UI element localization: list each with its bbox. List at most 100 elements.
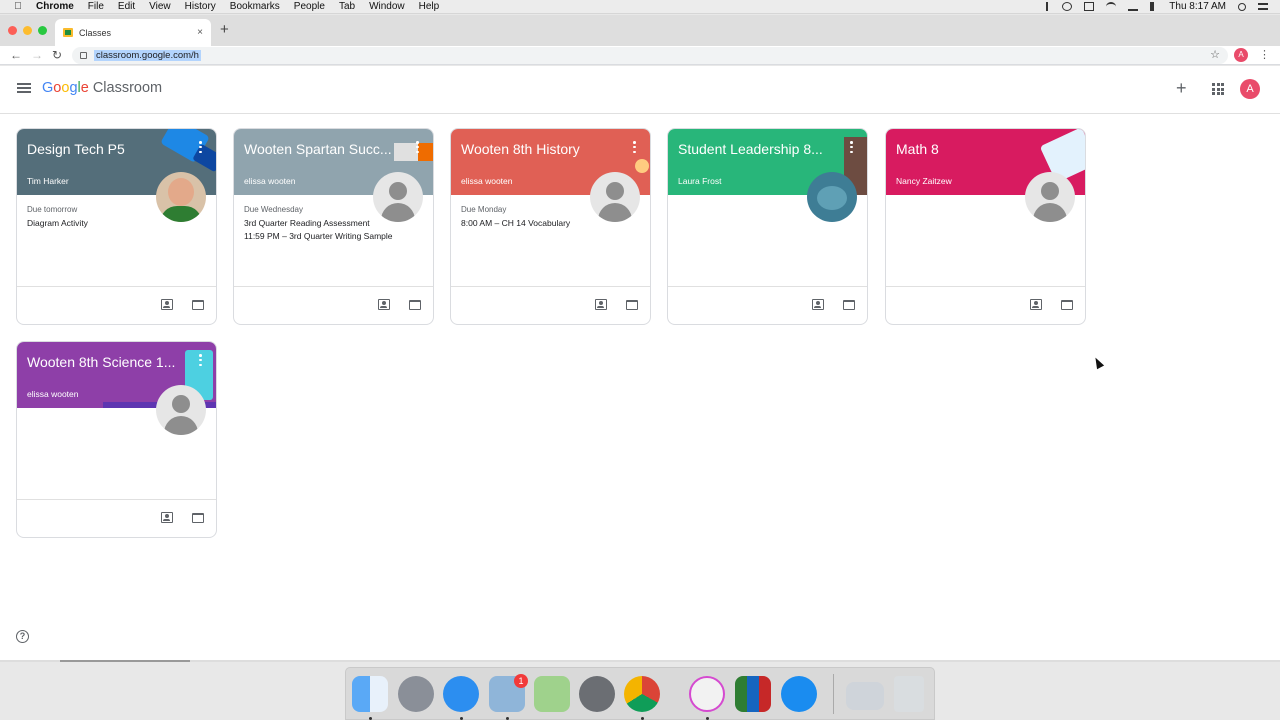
menu-file[interactable]: File [88,1,104,12]
teacher-name[interactable]: elissa wooten [244,176,296,186]
launchpad-icon[interactable] [398,676,434,712]
teacher-name[interactable]: Nancy Zaitzew [896,176,952,186]
new-tab-button[interactable]: + [220,21,229,38]
teacher-name[interactable]: Tim Harker [27,176,69,186]
menu-view[interactable]: View [149,1,171,12]
system-preferences-icon[interactable] [579,676,615,712]
menu-app-chrome[interactable]: Chrome [36,1,74,12]
google-classroom-logo[interactable]: Google Classroom [42,80,162,96]
teacher-avatar-placeholder [156,385,206,435]
tab-close-icon[interactable]: × [197,27,203,38]
class-card-student-leadership[interactable]: Student Leadership 8... Laura Frost [667,128,868,325]
folder-icon[interactable] [626,300,638,310]
student-work-icon[interactable] [1030,299,1042,310]
class-card-wooten-science[interactable]: Wooten 8th Science 1... elissa wooten [16,341,217,538]
class-title[interactable]: Wooten 8th Science 1... [27,354,192,370]
safari-icon[interactable] [443,676,479,712]
class-options-icon[interactable] [416,141,419,153]
teacher-name[interactable]: elissa wooten [27,389,79,399]
class-title[interactable]: Wooten 8th History [461,141,626,157]
menu-help[interactable]: Help [419,1,440,12]
clock[interactable]: Thu 8:17 AM [1169,1,1226,12]
teacher-name[interactable]: elissa wooten [461,176,513,186]
lock-icon[interactable] [80,52,87,59]
itunes-icon[interactable] [689,676,725,712]
maps-icon[interactable] [534,676,570,712]
back-arrow-icon[interactable]: ← [10,48,22,62]
trash-icon[interactable] [894,676,924,712]
folder-icon[interactable] [409,300,421,310]
teacher-photo-face [168,178,194,206]
teacher-photo-detail [817,186,847,210]
address-bar[interactable]: classroom.google.com/h ☆ [72,47,1228,64]
books-app-icon[interactable] [735,676,771,712]
logo-letter: G [42,80,54,96]
folder-icon[interactable] [1061,300,1073,310]
wifi-icon[interactable] [1106,2,1117,11]
apple-icon[interactable]:  [0,1,36,12]
folder-icon[interactable] [192,513,204,523]
google-apps-icon[interactable] [1212,83,1224,95]
menu-history[interactable]: History [185,1,216,12]
chrome-icon[interactable] [624,676,660,712]
assignment-link[interactable]: 8:00 AM – CH 14 Vocabulary [461,218,570,228]
menu-edit[interactable]: Edit [118,1,135,12]
airplay-icon[interactable] [1084,2,1095,11]
card-divider [234,286,433,287]
menu-window[interactable]: Window [369,1,405,12]
notification-center-icon[interactable] [1258,3,1268,10]
class-options-icon[interactable] [633,141,636,153]
eject-icon[interactable] [1128,2,1139,11]
bookmark-star-icon[interactable]: ☆ [1210,48,1220,61]
scrollbar-thumb[interactable] [60,660,190,662]
menu-tab[interactable]: Tab [339,1,355,12]
help-icon[interactable]: ? [16,630,29,643]
student-work-icon[interactable] [595,299,607,310]
class-title[interactable]: Student Leadership 8... [678,141,843,157]
finder-icon[interactable] [352,676,388,712]
menu-bookmarks[interactable]: Bookmarks [230,1,280,12]
assignment-link[interactable]: 11:59 PM – 3rd Quarter Writing Sample [244,231,393,241]
student-work-icon[interactable] [812,299,824,310]
class-title[interactable]: Math 8 [896,141,1061,157]
teacher-name[interactable]: Laura Frost [678,176,721,186]
chrome-menu-icon[interactable]: ⋮ [1259,48,1270,61]
url-text[interactable]: classroom.google.com/h [94,50,201,61]
classroom-page: Google Classroom + A Design Tech P5 Tim H… [0,66,1280,662]
student-work-icon[interactable] [161,299,173,310]
logo-letter: g [69,80,78,96]
volume-icon[interactable] [1150,2,1157,11]
folder-icon[interactable] [192,300,204,310]
student-work-icon[interactable] [378,299,390,310]
tab-classes[interactable]: Classes × [55,19,211,46]
forward-arrow-icon[interactable]: → [31,48,43,62]
assignment-link[interactable]: Diagram Activity [27,218,88,228]
app-store-icon[interactable] [781,676,817,712]
horizontal-scrollbar[interactable] [0,660,1280,662]
class-options-icon[interactable] [199,354,202,366]
menu-people[interactable]: People [294,1,325,12]
assignment-link[interactable]: 3rd Quarter Reading Assessment [244,218,370,228]
reload-icon[interactable]: ↻ [52,48,62,62]
microphone-icon[interactable] [1046,2,1050,11]
class-options-icon[interactable] [850,141,853,153]
class-card-wooten-spartan[interactable]: Wooten Spartan Succ... elissa wooten Due… [233,128,434,325]
folder-icon[interactable] [843,300,855,310]
account-avatar[interactable]: A [1240,79,1260,99]
class-title[interactable]: Design Tech P5 [27,141,192,157]
class-card-design-tech[interactable]: Design Tech P5 Tim Harker Due tomorrow D… [16,128,217,325]
main-menu-icon[interactable] [17,83,31,93]
network-icon[interactable] [1062,2,1073,11]
recent-window-icon[interactable] [846,682,884,710]
create-join-class-button[interactable]: + [1176,78,1187,99]
student-work-icon[interactable] [161,512,173,523]
minimize-window-button[interactable] [23,26,32,35]
class-options-icon[interactable] [199,141,202,153]
close-window-button[interactable] [8,26,17,35]
class-card-math-8[interactable]: Math 8 Nancy Zaitzew [885,128,1086,325]
zoom-window-button[interactable] [38,26,47,35]
chrome-profile-avatar[interactable]: A [1234,48,1248,62]
spotlight-search-icon[interactable] [1238,2,1246,11]
class-title[interactable]: Wooten Spartan Succ... [244,141,409,157]
class-card-wooten-history[interactable]: Wooten 8th History elissa wooten Due Mon… [450,128,651,325]
